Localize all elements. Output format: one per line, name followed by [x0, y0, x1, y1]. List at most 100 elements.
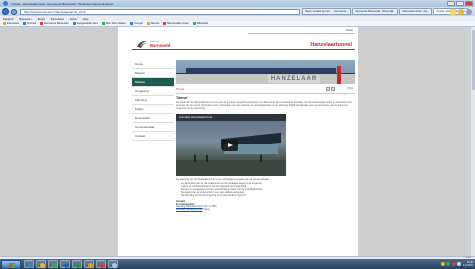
contact-block: Contact Te downloaden: Tekening Hanzelaa… [176, 200, 355, 212]
nav-item-planning[interactable]: Planning [132, 96, 174, 105]
page-icon [146, 22, 150, 25]
page-viewport: Home gemeente Barneveld Hanzelaartunnel … [0, 27, 471, 256]
breadcrumb[interactable]: Tunnel [176, 88, 184, 91]
download-link[interactable]: Animatie Hanzelaartunnel [176, 209, 202, 211]
windows-logo-icon [9, 262, 15, 268]
favorite-krant[interactable]: Barneveldse Krant [163, 22, 189, 25]
web-page: Home gemeente Barneveld Hanzelaartunnel … [118, 27, 358, 256]
nav-item-downloads[interactable]: Downloads [132, 114, 174, 123]
favorite-nieuws[interactable]: Nieuws [146, 22, 159, 25]
taskbar-app-icon[interactable] [108, 260, 118, 268]
favorites-star-icon[interactable] [458, 8, 464, 15]
download-link[interactable]: Tekening Hanzelaartunnel [176, 206, 203, 208]
taskbar-word-icon[interactable] [60, 260, 70, 268]
tab-strip: Neem contact op met... - Gemeente... Gem… [302, 8, 469, 15]
sidebar-nav: Home Nieuws Tunnel Omgeving Planning Fas… [132, 60, 174, 141]
tray-volume-icon[interactable] [457, 261, 461, 266]
tray-security-icon[interactable] [446, 261, 450, 266]
favorite-gemeente[interactable]: Gemeente Barneveld [40, 22, 69, 25]
nav-item-nieuws[interactable]: Nieuws [132, 69, 174, 78]
mail-icon [23, 22, 27, 25]
nav-item-fasen[interactable]: Fasen [132, 105, 174, 114]
play-button[interactable] [222, 140, 238, 152]
navigation-bar: http://www.barneveld.nl/hanzelaartunnel_… [0, 7, 475, 16]
taskbar-excel-icon[interactable] [72, 260, 82, 268]
intro-paragraph: De bouw van de Hanzelaartunnel is één va… [176, 101, 352, 111]
text-size-large-button[interactable] [331, 87, 335, 91]
minimize-button[interactable] [447, 1, 455, 6]
tab-hanzelaartunnel[interactable]: Hanzelaartunnel - Ge... [399, 8, 433, 15]
favorite-google[interactable]: Google [130, 22, 143, 25]
video-player[interactable]: Animatie Hanzelaartunnel [176, 114, 286, 177]
download-suffix: (pdf, 1,2 MB) [203, 205, 217, 208]
favorite-favorieten[interactable]: Favorieten [3, 22, 19, 25]
tray-alert-icon[interactable] [451, 261, 456, 266]
main-content: Tunnel Print Tunnel De bouw van de Hanze… [176, 87, 355, 212]
favorite-webslice[interactable]: Web Slice Gallery [101, 22, 126, 25]
menu-help[interactable]: Help [83, 17, 89, 21]
page-icon [72, 22, 76, 25]
internet-explorer-icon [3, 1, 8, 6]
nav-item-communicatie[interactable]: Communicatie [132, 123, 174, 132]
tab-contact[interactable]: Neem contact op met... - Gemeente... [302, 8, 352, 15]
header-banner-image: HANZELAAR [176, 60, 355, 84]
nav-item-tunnel[interactable]: Tunnel [132, 78, 174, 87]
system-tray [440, 261, 461, 266]
start-button[interactable] [1, 259, 21, 269]
download-row: Animatie Hanzelaartunnel (video) [176, 209, 355, 212]
top-divider [248, 32, 355, 33]
taskbar-paint-icon[interactable] [96, 260, 106, 268]
gear-icon[interactable] [466, 8, 472, 15]
text-size-controls [326, 87, 335, 91]
logo-swoosh-icon [137, 40, 147, 48]
favorite-suggested[interactable]: Voorgestelde sites [72, 22, 98, 25]
forward-button[interactable] [11, 8, 17, 15]
page-icon [40, 22, 44, 25]
menu-file[interactable]: Bestand [3, 17, 13, 21]
close-button[interactable] [465, 1, 473, 6]
taskbar-outlook-icon[interactable] [84, 260, 94, 268]
tray-network-icon[interactable] [440, 261, 445, 266]
address-bar[interactable]: http://www.barneveld.nl/hanzelaartunnel_… [20, 8, 300, 15]
nav-item-home[interactable]: Home [132, 60, 174, 69]
after-video-paragraph: De tekening van de Hanzelaartunnel is ee… [176, 177, 270, 181]
header-divider [132, 49, 355, 50]
menu-view[interactable]: Beeld [38, 17, 45, 21]
back-button[interactable] [2, 8, 9, 15]
nav-item-contact[interactable]: Contact [132, 132, 174, 141]
page-heading: Tunnel [176, 95, 188, 100]
video-title: Animatie Hanzelaartunnel [176, 114, 286, 122]
star-icon [3, 22, 6, 25]
maximize-button[interactable] [456, 1, 464, 6]
site-title: Hanzelaartunnel [310, 42, 352, 48]
list-item: Na afronding worden de omgeving en de we… [181, 195, 355, 198]
window-title: Tunnel - Hanzelaartunnel - Gemeente Barn… [11, 1, 114, 6]
home-icon[interactable] [450, 8, 456, 15]
print-link[interactable]: Print [348, 87, 353, 90]
favorite-hotmail[interactable]: Hotmail [23, 22, 36, 25]
site-logo[interactable]: gemeente Barneveld [136, 39, 170, 49]
bullet-list: De aansluiting van de Hanzelaartunnel op… [176, 183, 355, 198]
favorite-wikipedia[interactable]: Wikipedia [192, 22, 208, 25]
nav-item-omgeving[interactable]: Omgeving [132, 87, 174, 96]
page-icon [192, 22, 196, 25]
taskbar: 13:46 1-6-2011 [0, 259, 475, 269]
taskbar-explorer-icon[interactable] [36, 260, 46, 268]
taskbar-media-icon[interactable] [48, 260, 58, 268]
google-icon [130, 22, 134, 25]
clock-date: 1-6-2011 [463, 263, 473, 267]
menu-edit[interactable]: Bewerken [19, 17, 31, 21]
page-icon [101, 22, 105, 25]
vertical-scrollbar[interactable] [471, 27, 475, 256]
text-size-small-button[interactable] [326, 87, 330, 91]
menu-tools[interactable]: Extra [70, 17, 77, 21]
taskbar-clock[interactable]: 13:46 1-6-2011 [463, 261, 473, 267]
taskbar-ie-icon[interactable] [24, 260, 34, 268]
scrollbar-thumb[interactable] [471, 30, 475, 90]
download-suffix: (video) [202, 208, 210, 211]
page-icon [163, 22, 167, 25]
window-titlebar: Tunnel - Hanzelaartunnel - Gemeente Barn… [0, 0, 475, 7]
tab-woonwijk[interactable]: Gemeente Barneveld - Woonwijk... [352, 8, 399, 15]
logo-city-text: Barneveld [150, 42, 171, 48]
menu-favorites[interactable]: Favorieten [51, 17, 64, 21]
